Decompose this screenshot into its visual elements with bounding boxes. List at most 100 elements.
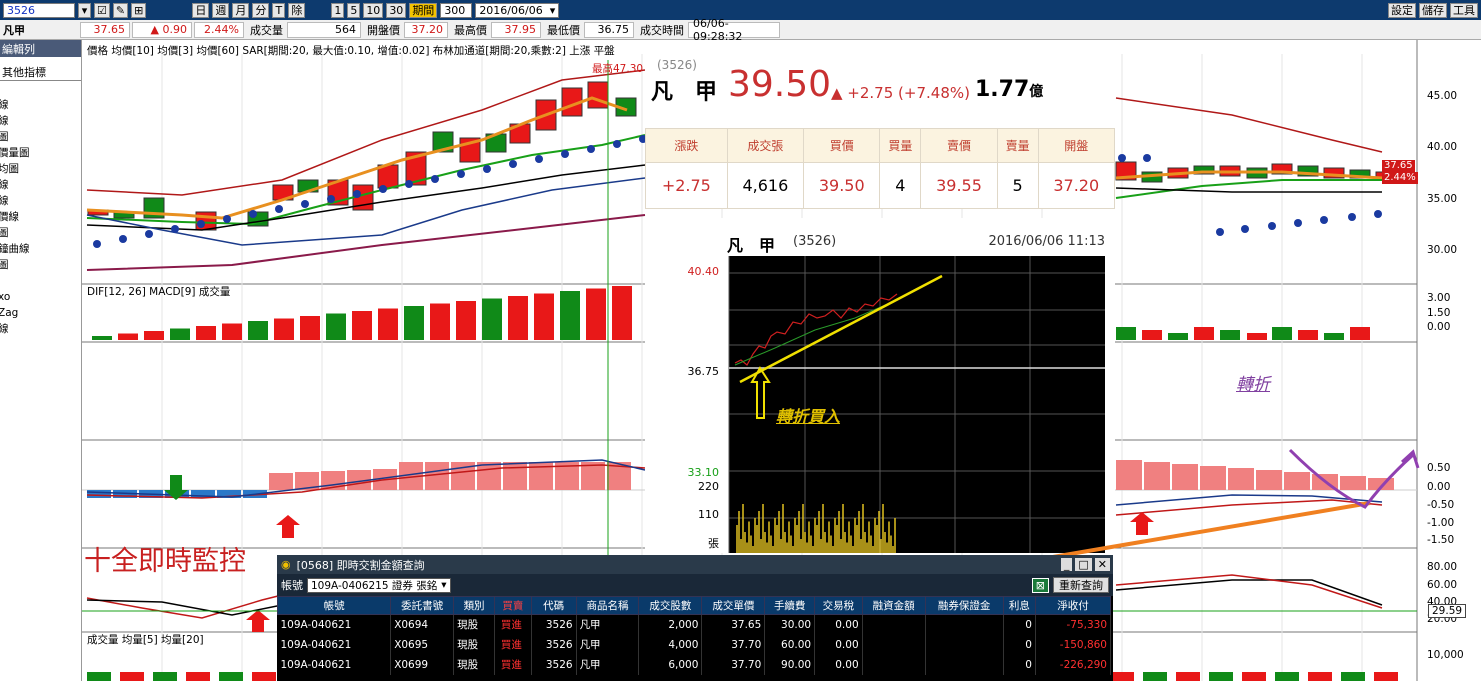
interval-30-button[interactable]: 30 bbox=[386, 2, 407, 18]
minimize-icon[interactable]: _ bbox=[1060, 558, 1073, 571]
axis-tick-label: -0.50 bbox=[1427, 499, 1455, 511]
column-header[interactable]: 手續費 bbox=[764, 596, 816, 615]
save-button[interactable]: 儲存 bbox=[1419, 2, 1447, 18]
account-select[interactable]: 109A-0406215 證券 張銘 ▾ bbox=[307, 577, 451, 593]
axis-tick-label: -1.00 bbox=[1427, 517, 1455, 529]
sar-dot bbox=[561, 150, 569, 158]
period-month-button[interactable]: 月 bbox=[232, 2, 250, 18]
candle bbox=[587, 81, 609, 109]
detail-header: 賣價 bbox=[920, 128, 998, 163]
popup-titlebar[interactable]: ◉ [0568] 即時交割金額查詢 _ □ ✕ bbox=[277, 555, 1113, 574]
column-header[interactable]: 淨收付 bbox=[1034, 596, 1112, 615]
osc-bar bbox=[1200, 466, 1226, 490]
tools-button[interactable]: 工具 bbox=[1450, 2, 1478, 18]
ex-rights-button[interactable]: 除 bbox=[288, 2, 306, 18]
sar-dot bbox=[145, 230, 153, 238]
sar-dot bbox=[1348, 213, 1356, 221]
tab-other-indicators[interactable]: 其他指標 bbox=[0, 63, 81, 81]
indicator-item[interactable]: Zag bbox=[0, 305, 81, 321]
volume-bar bbox=[1341, 672, 1365, 681]
interval-5-button[interactable]: 5 bbox=[347, 2, 361, 18]
detail-value: 5 bbox=[996, 162, 1039, 209]
column-header[interactable]: 融資金額 bbox=[861, 596, 926, 615]
osc-bar bbox=[1144, 462, 1170, 490]
period-day-button[interactable]: 日 bbox=[192, 2, 210, 18]
indicator-item[interactable]: 圖 bbox=[0, 225, 81, 241]
maximize-icon[interactable]: □ bbox=[1075, 558, 1092, 571]
indicator-item[interactable]: 線 bbox=[0, 321, 81, 337]
osc-bar bbox=[477, 462, 501, 490]
table-cell: X0695 bbox=[390, 634, 455, 655]
settings-button[interactable]: 設定 bbox=[1388, 2, 1416, 18]
column-header[interactable]: 委託書號 bbox=[390, 596, 455, 615]
table-cell: 現股 bbox=[453, 614, 496, 635]
indicator-item[interactable]: 圖 bbox=[0, 129, 81, 145]
table-row[interactable]: 109A-040621 X0699 現股 買進 3526 凡甲 6,000 37.70 90.0… bbox=[277, 654, 1112, 675]
volume-value: 564 bbox=[287, 21, 361, 38]
draw-tool-icon[interactable]: ✎ bbox=[112, 2, 129, 18]
up-arrow-icon bbox=[246, 610, 270, 632]
macd-bar bbox=[196, 326, 216, 340]
checkbox-icon[interactable]: ☑ bbox=[94, 2, 110, 18]
column-header[interactable]: 買賣 bbox=[494, 596, 532, 615]
axis-tick-label: 1.50 bbox=[1427, 307, 1451, 319]
column-header[interactable]: 交易稅 bbox=[814, 596, 863, 615]
indicator-item[interactable]: 價線 bbox=[0, 209, 81, 225]
indicator-item[interactable]: xo bbox=[0, 289, 81, 305]
sar-dot bbox=[171, 225, 179, 233]
column-header[interactable]: 成交股數 bbox=[638, 596, 703, 615]
vol-unit-label: 張 bbox=[708, 537, 719, 550]
detail-value: +2.75 bbox=[645, 162, 728, 209]
refresh-query-button[interactable]: 重新查詢 bbox=[1053, 577, 1109, 593]
column-header[interactable]: 帳號 bbox=[276, 596, 392, 615]
period-week-button[interactable]: 週 bbox=[212, 2, 230, 18]
volume-bar bbox=[120, 672, 144, 681]
indicator-item[interactable]: 線 bbox=[0, 113, 81, 129]
column-header[interactable]: 類別 bbox=[453, 596, 496, 615]
indicator-item[interactable]: 線 bbox=[0, 97, 81, 113]
column-header[interactable]: 代碼 bbox=[530, 596, 577, 615]
column-header[interactable]: 融券保證金 bbox=[924, 596, 1004, 615]
indicator-item[interactable]: 均圖 bbox=[0, 161, 81, 177]
table-cell: 現股 bbox=[453, 654, 496, 675]
period-minute-button[interactable]: 分 bbox=[252, 2, 270, 18]
detail-header: 漲跌 bbox=[645, 128, 728, 163]
indicator-item[interactable]: 圖 bbox=[0, 257, 81, 273]
ma-line bbox=[1115, 187, 1382, 193]
macd-bar bbox=[508, 296, 528, 340]
date-value: 2016/06/06 bbox=[479, 3, 543, 17]
table-row[interactable]: 109A-040621 X0694 現股 買進 3526 凡甲 2,000 37.65 30.0… bbox=[277, 614, 1112, 635]
column-header[interactable]: 成交單價 bbox=[701, 596, 766, 615]
interval-1-button[interactable]: 1 bbox=[331, 2, 345, 18]
column-header[interactable]: 商品名稱 bbox=[575, 596, 640, 615]
indicator-item[interactable]: 價量圖 bbox=[0, 145, 81, 161]
close-icon[interactable]: ✕ bbox=[1094, 558, 1110, 571]
interval-10-button[interactable]: 10 bbox=[363, 2, 384, 18]
indicator-item[interactable]: i bbox=[0, 273, 81, 289]
volume-bar bbox=[1110, 672, 1134, 681]
indicator-item[interactable]: 鐘曲線 bbox=[0, 241, 81, 257]
sar-dot bbox=[93, 240, 101, 248]
symbol-input[interactable]: 3526 bbox=[3, 2, 75, 18]
dropdown-arrow-icon[interactable]: ▾ bbox=[78, 2, 91, 18]
axis-tick-label: 10,000 bbox=[1427, 649, 1464, 661]
indicator-item[interactable]: 線 bbox=[0, 177, 81, 193]
export-icon[interactable]: ⊠ bbox=[1031, 577, 1049, 593]
settlement-table: 帳號 委託書號 類別 買賣 代碼 商品名稱 成交股數 成交單價 手續費 交易稅 融資金額 融券保證金利… bbox=[276, 596, 1112, 675]
date-select[interactable]: 2016/06/06 ▾ bbox=[475, 2, 560, 18]
price-change: ▲ 0.90 bbox=[132, 21, 192, 38]
period-label: 期間 bbox=[409, 2, 438, 18]
volume-bar bbox=[1374, 672, 1398, 681]
table-cell: 60.00 bbox=[764, 634, 816, 655]
period-tick-button[interactable]: T bbox=[272, 2, 286, 18]
indicator-item[interactable]: 線 bbox=[0, 193, 81, 209]
quote-card: (3526) 凡 甲 39.50 ▲ +2.75 (+7.48%) 1.77億 bbox=[645, 40, 1115, 130]
table-row[interactable]: 109A-040621 X0695 現股 買進 3526 凡甲 4,000 37.70 60.0… bbox=[277, 634, 1112, 655]
osc-bar bbox=[503, 462, 527, 490]
layout-icon[interactable]: ⊞ bbox=[131, 2, 147, 18]
macd-bar bbox=[1298, 330, 1318, 340]
period-input[interactable]: 300 bbox=[440, 2, 473, 18]
card-amount: 1.77億 bbox=[975, 77, 1043, 102]
column-header[interactable]: 利息 bbox=[1002, 596, 1036, 615]
table-cell: 3526 bbox=[531, 654, 577, 675]
